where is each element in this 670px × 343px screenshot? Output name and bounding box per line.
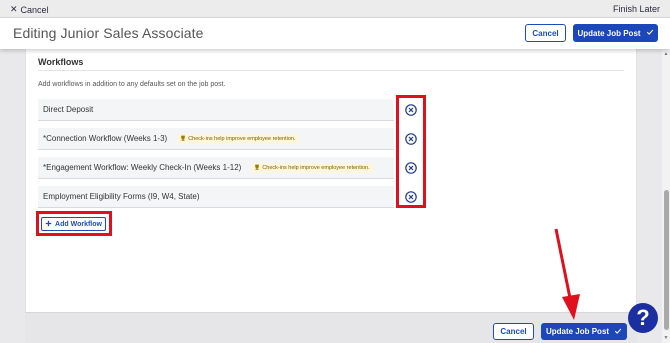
workflow-row: *Connection Workflow (Weeks 1-3) Check-i… (38, 128, 394, 150)
help-button[interactable]: ? (628, 303, 658, 333)
workflow-row: Employment Eligibility Forms (I9, W4, St… (38, 186, 394, 208)
trophy-icon (180, 135, 186, 143)
workflow-row: *Engagement Workflow: Weekly Check-In (W… (38, 157, 394, 179)
footer-update-label: Update Job Post (545, 327, 610, 336)
header-update-job-post-button[interactable]: Update Job Post (573, 24, 658, 42)
scrollbar-thumb[interactable] (664, 190, 669, 330)
trophy-icon (254, 164, 260, 172)
scroll-down-icon[interactable]: ▼ (663, 335, 669, 341)
page-title: Editing Junior Sales Associate (13, 25, 204, 41)
header-update-label: Update Job Post (577, 28, 641, 38)
finish-later-link[interactable]: Finish Later (613, 4, 660, 14)
retention-tip: Check-ins help improve employee retentio… (251, 162, 373, 173)
top-bar: ✕ Cancel Finish Later (0, 0, 670, 18)
remove-buttons-highlight (396, 95, 426, 208)
section-title: Workflows (38, 57, 84, 67)
footer-cancel-label: Cancel (500, 327, 527, 336)
plus-icon (45, 220, 52, 229)
workflow-label: Direct Deposit (43, 105, 94, 114)
header-cancel-button[interactable]: Cancel (525, 24, 566, 42)
workflow-label: Employment Eligibility Forms (I9, W4, St… (43, 192, 200, 201)
check-icon (614, 327, 622, 337)
add-workflow-button[interactable]: Add Workflow (41, 217, 106, 231)
workflow-label: *Engagement Workflow: Weekly Check-In (W… (43, 163, 242, 172)
retention-tip-text: Check-ins help improve employee retentio… (262, 164, 370, 171)
section-description: Add workflows in addition to any default… (38, 81, 226, 88)
close-icon: ✕ (10, 4, 18, 14)
add-workflow-label: Add Workflow (55, 220, 102, 228)
workflow-label: *Connection Workflow (Weeks 1-3) (43, 134, 168, 143)
question-icon: ? (636, 305, 650, 330)
check-icon (646, 28, 654, 38)
footer-update-job-post-button[interactable]: Update Job Post (541, 323, 627, 340)
workflows-panel: Workflows Add workflows in addition to a… (25, 49, 637, 312)
retention-tip: Check-ins help improve employee retentio… (177, 133, 299, 144)
header-cancel-label: Cancel (532, 28, 559, 38)
section-divider (38, 70, 624, 71)
top-cancel-link[interactable]: ✕ Cancel (10, 4, 49, 15)
scroll-up-icon[interactable]: ▲ (663, 51, 669, 57)
top-cancel-label: Cancel (20, 4, 49, 15)
page-header: Editing Junior Sales Associate Cancel Up… (0, 18, 670, 49)
page-footer: Cancel Update Job Post (25, 312, 637, 343)
retention-tip-text: Check-ins help improve employee retentio… (188, 135, 296, 142)
workflow-row: Direct Deposit (38, 99, 394, 121)
footer-cancel-button[interactable]: Cancel (493, 323, 534, 340)
